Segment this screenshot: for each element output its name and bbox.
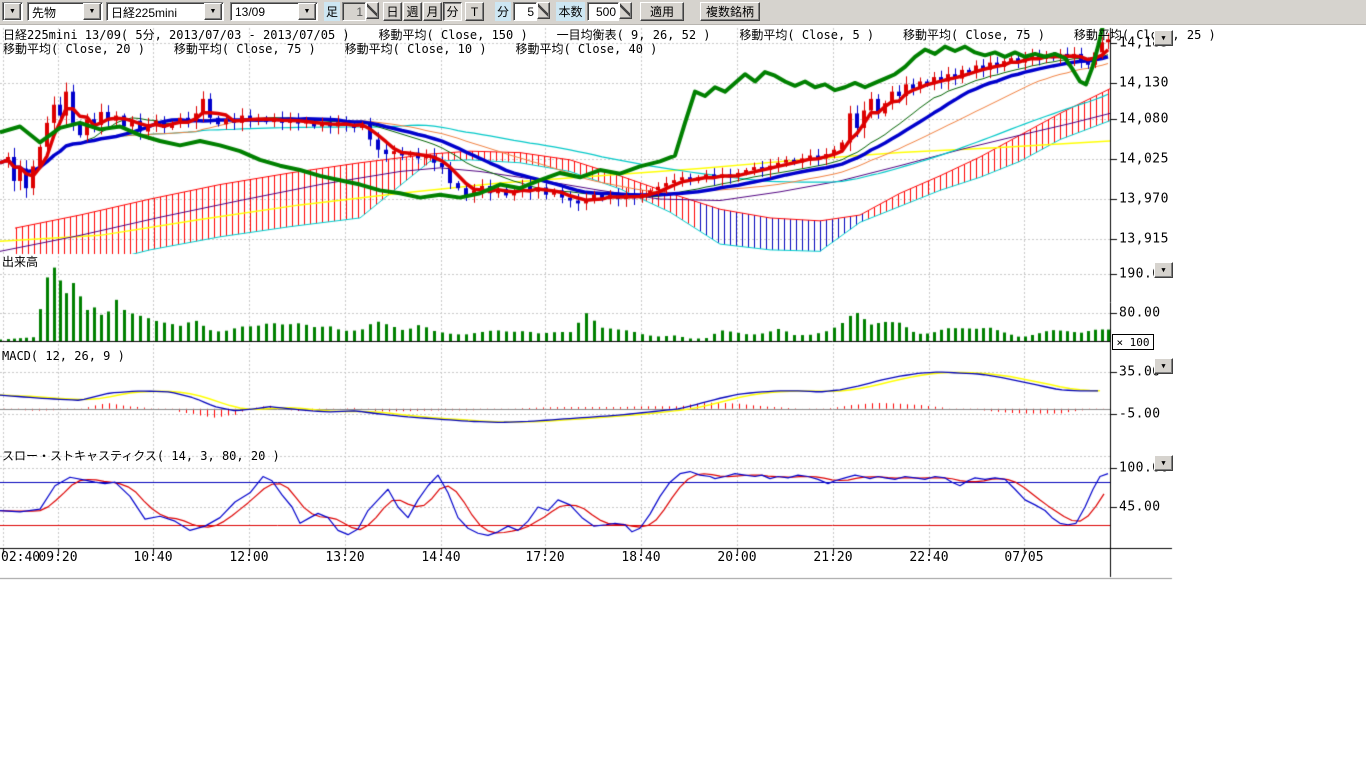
volume-multiplier-badge: × 100 [1112,334,1154,350]
volume-pane-label: 出来高 [2,253,38,270]
instrument-type-combobox[interactable]: 先物 ▼ [27,2,103,21]
y-axis-label: 13,970 [1119,192,1169,207]
contract-month-value: 13/09 [231,4,297,19]
dropdown-arrow-icon[interactable]: ▼ [83,3,101,20]
x-axis-label: 18:40 [621,550,660,565]
y-axis-label: 13,915 [1119,232,1169,247]
apply-button[interactable]: 適用 [640,2,684,21]
pane-collapse-button[interactable]: ▼ [1154,455,1173,471]
instrument-type-value: 先物 [28,3,82,21]
y-axis-label: 14,080 [1119,112,1169,127]
blank-combobox[interactable]: ▼ [2,2,23,21]
x-axis-label: 09:20 [38,550,77,565]
trading-app-window: ▼ 先物 ▼ 日経225mini ▼ 13/09 ▼ 足 1 日 週 月 分 T… [0,0,1366,768]
x-axis-label: 12:00 [229,550,268,565]
x-axis-label: 14:40 [421,550,460,565]
period-week-button[interactable]: 週 [403,2,422,21]
y-axis-label: 45.00 [1119,500,1161,515]
collapse-arrow-icon: ▼ [1161,459,1165,467]
chart-plot[interactable] [0,24,1175,580]
toolbar: ▼ 先物 ▼ 日経225mini ▼ 13/09 ▼ 足 1 日 週 月 分 T… [0,0,1366,25]
bar-count-field[interactable]: 500 [587,2,619,21]
collapse-arrow-icon: ▼ [1161,266,1165,274]
spinner-icon[interactable] [619,2,632,19]
y-axis-label: -5.00 [1119,407,1161,422]
bar-type-label: 足 [324,2,340,21]
x-axis-label: 21:20 [813,550,852,565]
stochastics-pane-label: スロー・ストキャスティクス( 14, 3, 80, 20 ) [2,447,280,464]
multi-symbol-button[interactable]: 複数銘柄 [700,2,760,21]
period-tick-button[interactable]: T [465,2,484,21]
x-axis-label: 13:20 [325,550,364,565]
pane-collapse-button[interactable]: ▼ [1154,30,1173,46]
chart-header-line2: 移動平均( Close, 20 ) 移動平均( Close, 75 ) 移動平均… [3,40,657,57]
pane-collapse-button[interactable]: ▼ [1154,262,1173,278]
collapse-arrow-icon: ▼ [1161,34,1165,42]
minute-value-field[interactable]: 5 [513,2,537,21]
bar-interval-field[interactable]: 1 [342,2,366,21]
contract-month-combobox[interactable]: 13/09 ▼ [230,2,318,21]
collapse-arrow-icon: ▼ [1161,362,1165,370]
bar-count-label: 本数 [556,2,585,21]
symbol-value: 日経225mini [107,3,203,21]
symbol-combobox[interactable]: 日経225mini ▼ [106,2,224,21]
y-axis-label: 80.00 [1119,305,1161,320]
minute-label: 分 [495,2,511,21]
period-day-button[interactable]: 日 [383,2,402,21]
macd-pane-label: MACD( 12, 26, 9 ) [2,349,125,363]
x-axis-label: 20:00 [717,550,756,565]
period-month-button[interactable]: 月 [423,2,442,21]
x-axis-label: 10:40 [133,550,172,565]
period-minute-button[interactable]: 分 [443,2,462,21]
spinner-icon[interactable] [537,2,550,19]
x-axis-label: 17:20 [525,550,564,565]
pane-collapse-button[interactable]: ▼ [1154,358,1173,374]
x-axis-label: 02:40 [1,550,40,565]
dropdown-arrow-icon[interactable]: ▼ [298,3,316,20]
dropdown-arrow-icon[interactable]: ▼ [4,3,21,20]
dropdown-arrow-icon[interactable]: ▼ [204,3,222,20]
spinner-icon[interactable] [366,2,379,19]
y-axis-label: 14,025 [1119,152,1169,167]
x-axis-label: 22:40 [909,550,948,565]
y-axis-label: 14,130 [1119,75,1169,90]
x-axis-label: 07/05 [1004,550,1043,565]
